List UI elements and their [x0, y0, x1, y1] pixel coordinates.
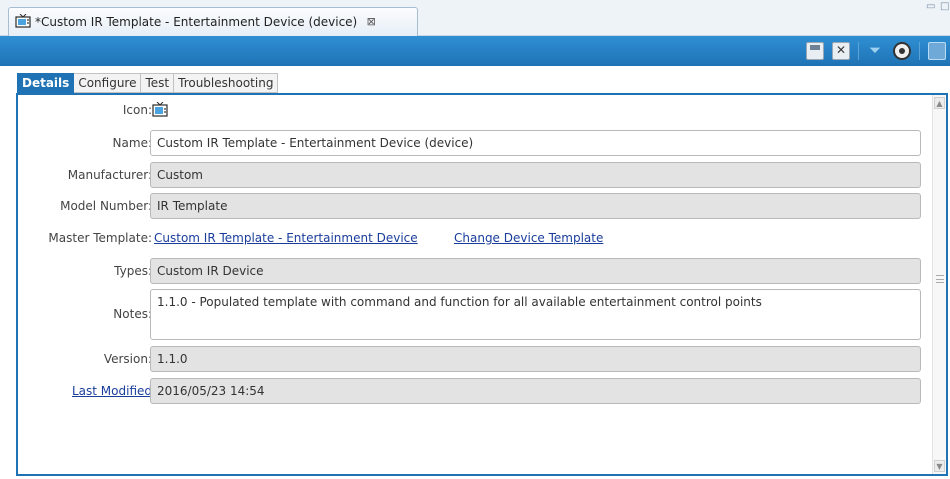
name-field[interactable]: Custom IR Template - Entertainment Devic… [150, 130, 921, 156]
editor-tabs: Details Configure Test Troubleshooting [17, 73, 279, 93]
model-number-label: Model Number: [60, 199, 152, 213]
tab-configure[interactable]: Configure [74, 73, 142, 93]
help-icon[interactable] [928, 42, 946, 60]
version-row: Version: 1.1.0 [18, 346, 924, 372]
gear-icon[interactable] [893, 42, 911, 60]
scroll-down-icon[interactable]: ▼ [934, 460, 945, 472]
editor-toolbar [0, 36, 950, 66]
notes-label: Notes: [113, 307, 152, 321]
last-modified-row: Last Modified 2016/05/23 14:54 [18, 378, 924, 404]
master-template-link[interactable]: Custom IR Template - Entertainment Devic… [154, 225, 418, 251]
editor-tab-title: *Custom IR Template - Entertainment Devi… [35, 15, 358, 29]
manufacturer-row: Manufacturer: Custom [18, 162, 924, 188]
tv-icon[interactable] [152, 101, 168, 120]
version-field: 1.1.0 [150, 346, 921, 372]
minimize-icon[interactable]: ▭ [926, 2, 936, 12]
discard-icon[interactable] [832, 42, 850, 60]
tab-troubleshooting[interactable]: Troubleshooting [174, 73, 279, 93]
change-device-template-link[interactable]: Change Device Template [454, 225, 603, 251]
device-editor-window: *Custom IR Template - Entertainment Devi… [0, 0, 950, 479]
name-row: Name: Custom IR Template - Entertainment… [18, 130, 924, 156]
types-field: Custom IR Device [150, 258, 921, 284]
close-icon[interactable]: ⊠ [365, 16, 377, 28]
editor-tab[interactable]: *Custom IR Template - Entertainment Devi… [8, 7, 418, 36]
toolbar-separator [919, 42, 920, 60]
icon-label: Icon: [122, 103, 152, 117]
last-modified-field: 2016/05/23 14:54 [150, 378, 921, 404]
editor-tab-bar: *Custom IR Template - Entertainment Devi… [0, 0, 950, 36]
name-label: Name: [112, 136, 152, 150]
maximize-icon[interactable]: □ [940, 2, 950, 12]
tv-icon [15, 13, 31, 31]
tab-test[interactable]: Test [141, 73, 175, 93]
scroll-grip-icon[interactable] [936, 275, 944, 283]
types-label: Types: [114, 264, 152, 278]
manufacturer-field: Custom [150, 162, 921, 188]
toolbar-separator [858, 42, 859, 60]
types-row: Types: Custom IR Device [18, 258, 924, 284]
window-controls: ▭ □ [926, 2, 950, 16]
vertical-scrollbar[interactable]: ▲ ▼ [932, 95, 946, 474]
last-modified-link[interactable]: Last Modified [72, 378, 152, 404]
tab-details[interactable]: Details [17, 73, 75, 93]
icon-row: Icon: [18, 97, 924, 123]
model-number-row: Model Number: IR Template [18, 193, 924, 219]
master-template-label: Master Template: [48, 231, 152, 245]
filter-icon[interactable] [867, 41, 885, 60]
scroll-up-icon[interactable]: ▲ [934, 97, 945, 109]
version-label: Version: [103, 352, 152, 366]
model-number-field: IR Template [150, 193, 921, 219]
toolbar-buttons [806, 41, 946, 60]
save-icon[interactable] [806, 42, 824, 60]
notes-field[interactable]: 1.1.0 - Populated template with command … [150, 289, 921, 340]
details-panel: Icon: Name: Custom IR Template - Enterta… [16, 93, 948, 476]
manufacturer-label: Manufacturer: [67, 168, 152, 182]
notes-row: Notes: 1.1.0 - Populated template with c… [18, 289, 924, 340]
master-template-row: Master Template: Custom IR Template - En… [18, 225, 924, 251]
